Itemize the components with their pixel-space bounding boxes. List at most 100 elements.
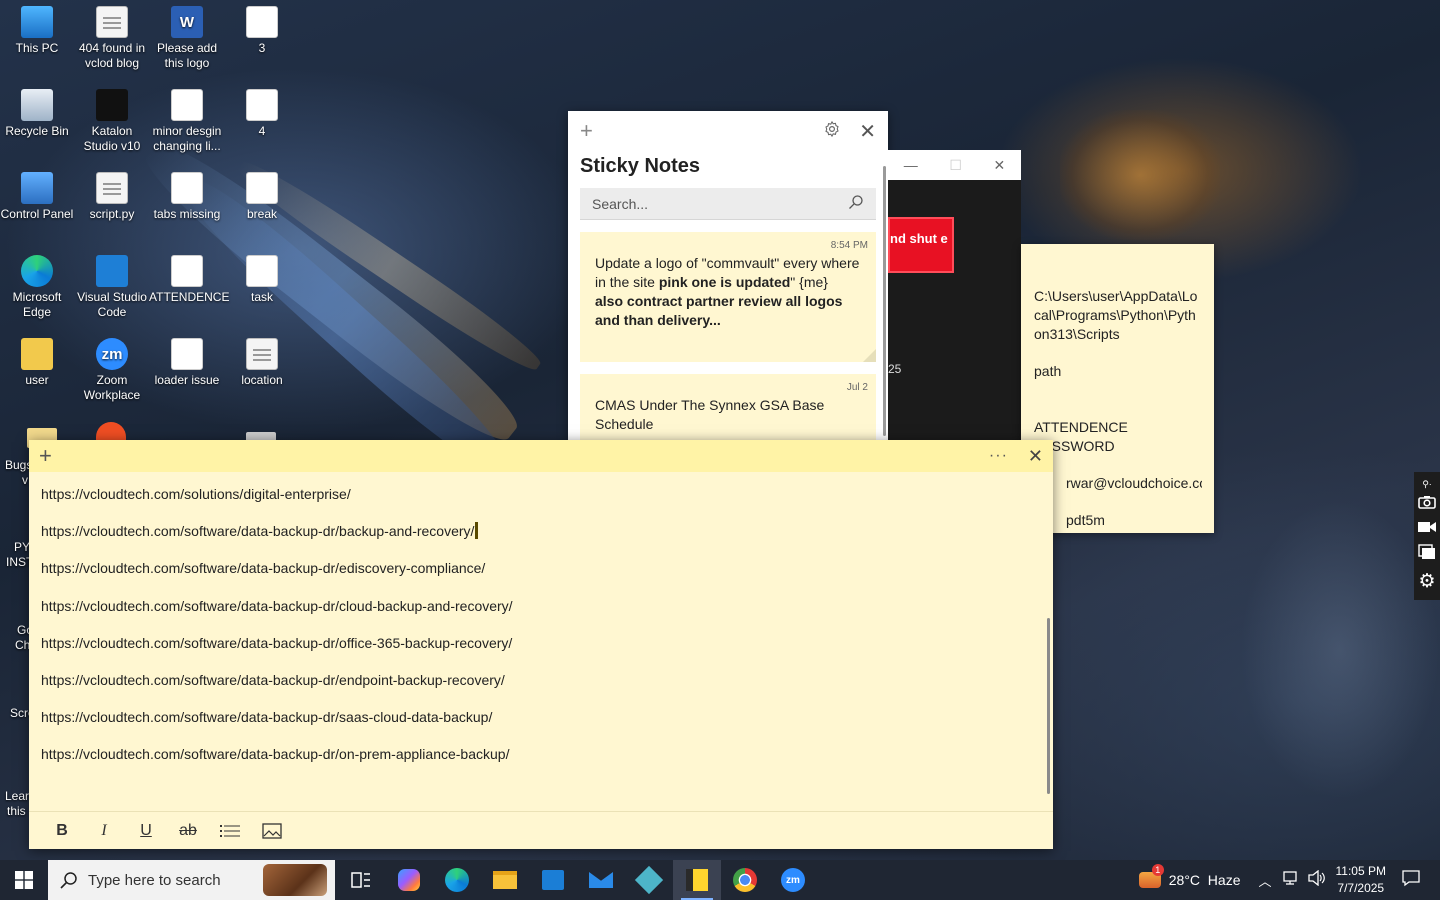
- maximize-icon[interactable]: ☐: [949, 157, 962, 174]
- taskbar-store[interactable]: [529, 860, 577, 900]
- desktop-icon[interactable]: 3: [224, 6, 300, 56]
- desktop-icon-label: Microsoft Edge: [12, 290, 62, 319]
- weather-widget[interactable]: 1 28°C Haze: [1138, 864, 1241, 888]
- control-panel-icon: [21, 172, 53, 204]
- minimize-icon[interactable]: —: [904, 157, 918, 173]
- desktop-icon[interactable]: 4: [224, 89, 300, 139]
- desktop-icon[interactable]: tabs missing: [149, 172, 225, 222]
- url-line[interactable]: https://vcloudtech.com/software/data-bac…: [41, 744, 1041, 781]
- weather-badge: 1: [1151, 864, 1164, 876]
- desktop-icon-label[interactable]: v: [22, 473, 28, 487]
- camera-icon[interactable]: [1418, 495, 1436, 514]
- desktop-icon[interactable]: Visual Studio Code: [74, 255, 150, 320]
- edge-icon: [445, 868, 469, 892]
- taskbar-chrome[interactable]: [721, 860, 769, 900]
- taskbar-zoom[interactable]: zm: [769, 860, 817, 900]
- note-date: 8:54 PM: [830, 240, 868, 251]
- desktop-icon-label[interactable]: this: [7, 804, 26, 818]
- windows-overlay-icon[interactable]: [1418, 543, 1436, 565]
- add-image-button[interactable]: [251, 816, 293, 846]
- url-line-with-caret[interactable]: https://vcloudtech.com/software/data-bac…: [41, 521, 1041, 558]
- start-button[interactable]: [0, 860, 48, 900]
- desktop-icon[interactable]: Katalon Studio v10: [74, 89, 150, 154]
- bullet-list-button[interactable]: [209, 816, 251, 846]
- desktop-icon[interactable]: zm Zoom Workplace: [74, 338, 150, 403]
- taskbar-sticky-notes[interactable]: [673, 860, 721, 900]
- desktop-icon[interactable]: This PC: [0, 6, 75, 56]
- desktop-icon-label[interactable]: PY: [14, 540, 30, 554]
- desktop-icon[interactable]: 404 found in vclod blog: [74, 6, 150, 71]
- note-fold-corner: [863, 349, 876, 362]
- taskbar-copilot[interactable]: [385, 860, 433, 900]
- search-input[interactable]: Search...: [580, 188, 876, 220]
- scrollbar[interactable]: [883, 166, 886, 436]
- url-line[interactable]: https://vcloudtech.com/software/data-bac…: [41, 670, 1041, 707]
- url-line[interactable]: https://vcloudtech.com/software/data-bac…: [41, 633, 1041, 670]
- taskbar-edge[interactable]: [433, 860, 481, 900]
- url-line[interactable]: https://vcloudtech.com/software/data-bac…: [41, 707, 1041, 744]
- task-view-button[interactable]: [337, 860, 385, 900]
- taskbar-file-explorer[interactable]: [481, 860, 529, 900]
- tools-more-icon[interactable]: ⚲·: [1422, 479, 1432, 490]
- diamond-app-icon: [634, 865, 664, 895]
- word-document-icon: W: [171, 6, 203, 38]
- more-menu-icon[interactable]: ···: [989, 447, 1008, 465]
- desktop-icon[interactable]: location: [224, 338, 300, 388]
- desktop-icon[interactable]: loader issue: [149, 338, 225, 388]
- taskbar-mail[interactable]: [577, 860, 625, 900]
- note-editor[interactable]: https://vcloudtech.com/solutions/digital…: [29, 472, 1053, 782]
- taskbar-search-placeholder: Type here to search: [88, 871, 221, 889]
- taskbar-search-box[interactable]: Type here to search: [48, 860, 335, 900]
- desktop-icon-label: script.py: [89, 207, 135, 221]
- desktop-icon[interactable]: Microsoft Edge: [0, 255, 75, 320]
- scrollbar[interactable]: [1047, 618, 1050, 794]
- italic-button[interactable]: I: [83, 816, 125, 846]
- settings-gear-icon[interactable]: ⚙: [1418, 570, 1435, 593]
- url-line[interactable]: https://vcloudtech.com/software/data-bac…: [41, 523, 474, 539]
- desktop-icon[interactable]: break: [224, 172, 300, 222]
- bold-button[interactable]: B: [41, 816, 83, 846]
- desktop-icon-label[interactable]: Lear: [5, 789, 29, 803]
- notification-center-icon[interactable]: [1402, 869, 1420, 892]
- taskbar-app-diamond[interactable]: [625, 860, 673, 900]
- url-line[interactable]: https://vcloudtech.com/solutions/digital…: [41, 484, 1041, 521]
- task-view-icon: [351, 872, 370, 888]
- volume-icon[interactable]: [1307, 869, 1326, 891]
- desktop-icon[interactable]: task: [224, 255, 300, 305]
- note-card[interactable]: 8:54 PM Update a logo of "commvault" eve…: [580, 232, 876, 362]
- video-camera-icon[interactable]: [1418, 520, 1436, 538]
- strikethrough-button[interactable]: ab: [167, 816, 209, 846]
- desktop-icon-label: Recycle Bin: [5, 124, 69, 138]
- settings-gear-icon[interactable]: [812, 120, 852, 143]
- image-file-icon: [246, 6, 278, 38]
- url-line[interactable]: https://vcloudtech.com/software/data-bac…: [41, 558, 1041, 595]
- close-icon[interactable]: ✕: [1028, 446, 1043, 467]
- network-icon[interactable]: [1282, 870, 1300, 891]
- document-icon: [96, 172, 128, 204]
- note-text: CMAS Under The Synnex GSA Base Schedule: [595, 397, 825, 432]
- shutdown-button[interactable]: nd shut e: [888, 217, 954, 273]
- desktop-icon[interactable]: minor desgin changing li...: [149, 89, 225, 154]
- image-file-icon: [171, 172, 203, 204]
- desktop-icon-label: loader issue: [154, 373, 220, 387]
- partial-desktop-icon[interactable]: [96, 422, 126, 442]
- desktop-icon[interactable]: Recycle Bin: [0, 89, 75, 139]
- close-icon[interactable]: ✕: [993, 157, 1005, 174]
- desktop-icon[interactable]: Control Panel: [0, 172, 75, 222]
- close-icon[interactable]: ✕: [852, 119, 876, 144]
- desktop-icon[interactable]: ATTENDENCE: [149, 255, 229, 305]
- desktop-icon[interactable]: user: [0, 338, 75, 388]
- chrome-icon: [733, 868, 757, 892]
- new-note-plus-icon[interactable]: +: [39, 443, 52, 469]
- note-card[interactable]: Jul 2 CMAS Under The Synnex GSA Base Sch…: [580, 374, 876, 444]
- url-line[interactable]: https://vcloudtech.com/software/data-bac…: [41, 596, 1041, 633]
- note-date: Jul 2: [846, 382, 868, 393]
- search-icon[interactable]: [848, 194, 864, 213]
- underline-button[interactable]: U: [125, 816, 167, 846]
- new-note-plus-icon[interactable]: +: [580, 118, 600, 144]
- note-bold-text: pink one is updated: [658, 274, 791, 290]
- desktop-icon[interactable]: W Please add this logo: [149, 6, 225, 71]
- desktop-icon[interactable]: script.py: [74, 172, 150, 222]
- chevron-up-icon[interactable]: ︿: [1259, 871, 1272, 890]
- clock[interactable]: 11:05 PM 7/7/2025: [1336, 863, 1386, 897]
